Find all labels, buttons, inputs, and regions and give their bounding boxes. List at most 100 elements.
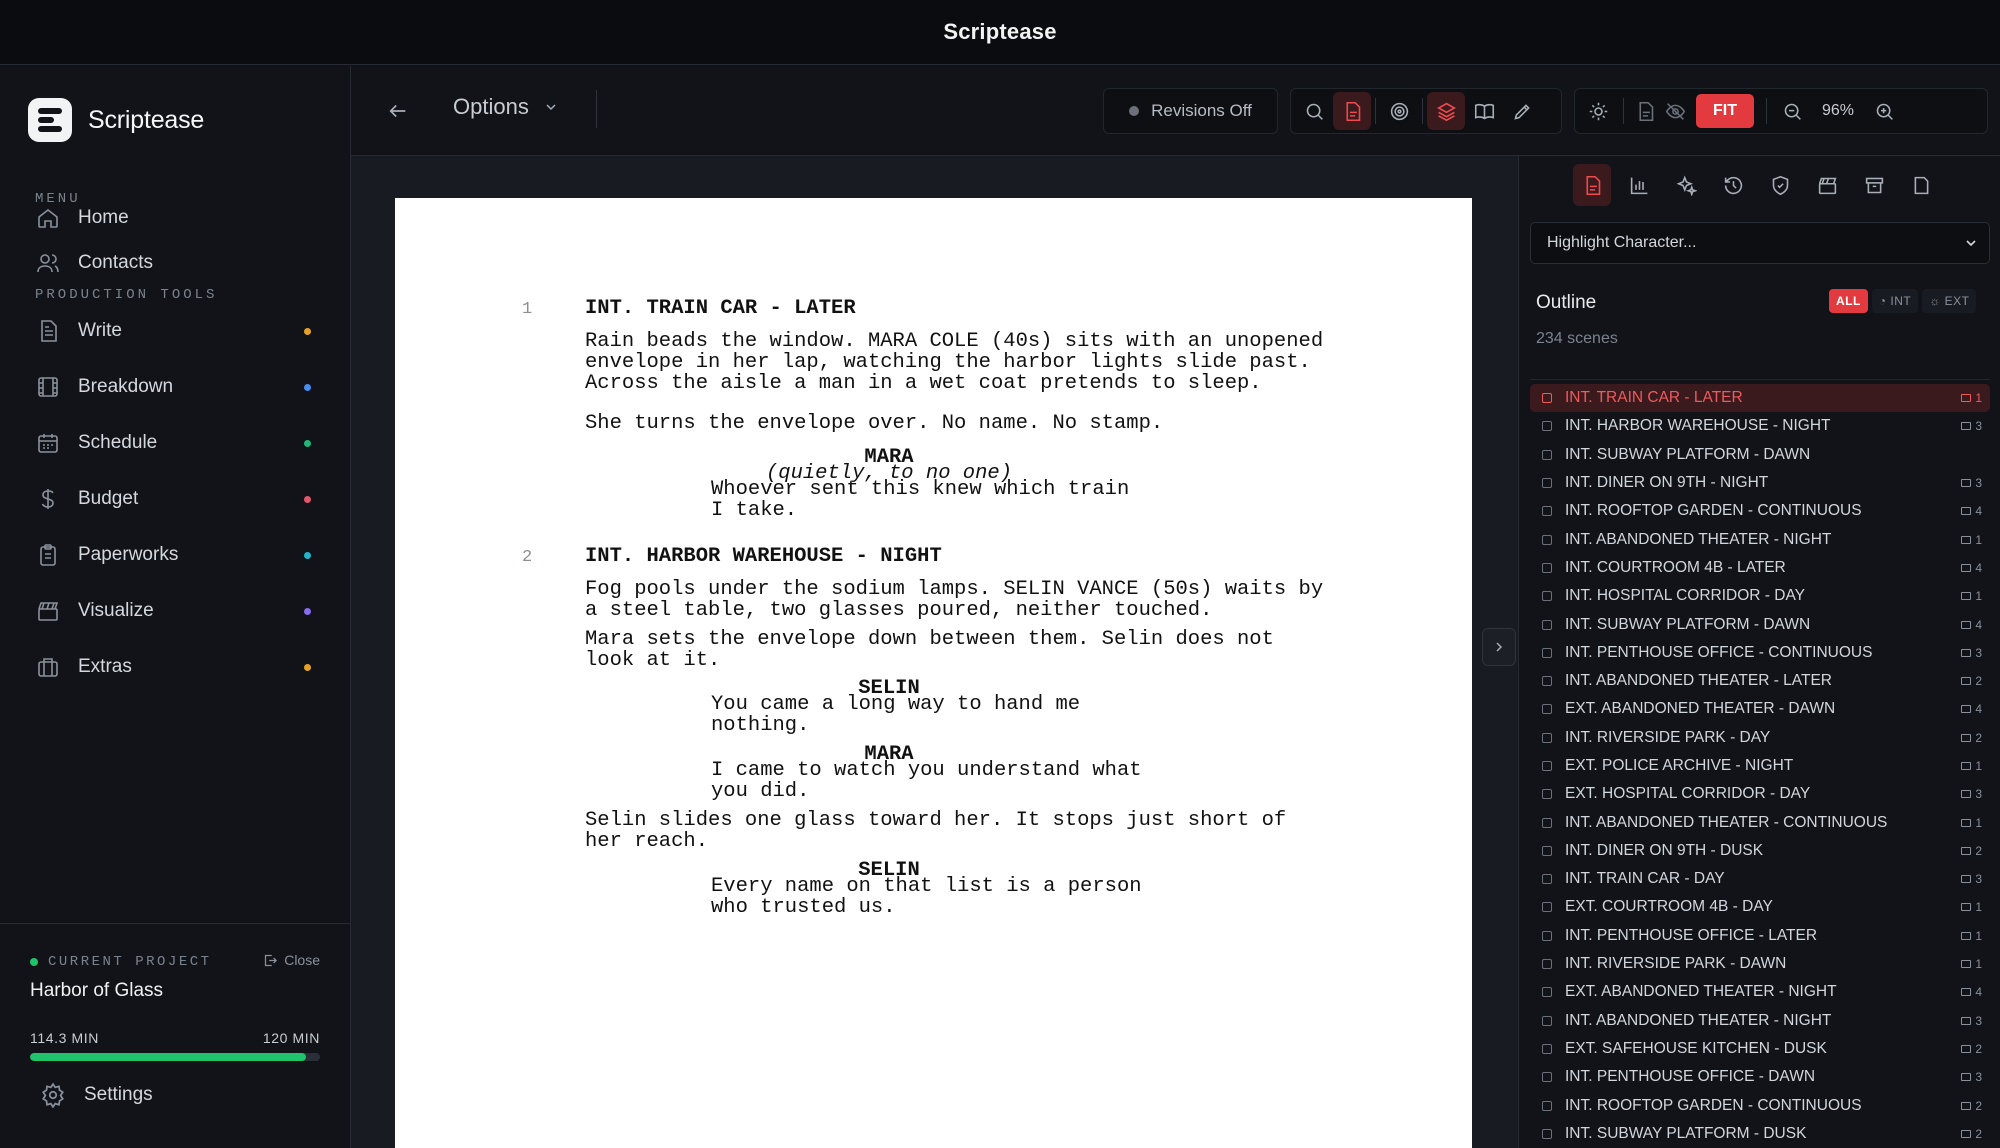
outline-scene-row[interactable]: EXT. SAFEHOUSE KITCHEN - DUSK 2 bbox=[1530, 1035, 1990, 1063]
highlight-character-select[interactable]: Highlight Character... bbox=[1530, 222, 1990, 264]
comment-icon bbox=[1961, 648, 1972, 657]
outline-scene-row[interactable]: INT. DINER ON 9TH - DUSK 2 bbox=[1530, 837, 1990, 865]
outline-scene-row[interactable]: INT. SUBWAY PLATFORM - DUSK 2 bbox=[1530, 1120, 1990, 1148]
outline-scene-row[interactable]: INT. TRAIN CAR - DAY 3 bbox=[1530, 865, 1990, 893]
tab-script[interactable] bbox=[1573, 164, 1611, 206]
action-block[interactable]: Rain beads the window. MARA COLE (40s) s… bbox=[585, 331, 1385, 394]
comment-count-value: 1 bbox=[1975, 391, 1982, 406]
outline-scene-row[interactable]: INT. PENTHOUSE OFFICE - LATER 1 bbox=[1530, 922, 1990, 950]
collapse-panel-button[interactable] bbox=[1482, 628, 1516, 666]
sidebar-item-schedule[interactable]: Schedule bbox=[36, 421, 326, 465]
sidebar-item-breakdown[interactable]: Breakdown bbox=[36, 365, 326, 409]
outline-scene-row[interactable]: INT. DINER ON 9TH - NIGHT 3 bbox=[1530, 469, 1990, 497]
tab-scenes[interactable] bbox=[1808, 164, 1846, 206]
outline-scene-row[interactable]: INT. HARBOR WAREHOUSE - NIGHT 3 bbox=[1530, 412, 1990, 440]
options-dropdown[interactable]: Options bbox=[453, 94, 559, 120]
sidebar-item-write[interactable]: Write bbox=[36, 309, 326, 353]
sidebar-item-contacts[interactable]: Contacts bbox=[36, 241, 326, 285]
settings-button[interactable]: Settings bbox=[40, 1082, 153, 1108]
outline-scene-row[interactable]: EXT. POLICE ARCHIVE - NIGHT 1 bbox=[1530, 752, 1990, 780]
scene-name: INT. ABANDONED THEATER - LATER bbox=[1565, 672, 1832, 690]
scene-icon bbox=[1542, 845, 1552, 856]
outline-scene-row[interactable]: INT. ABANDONED THEATER - NIGHT 3 bbox=[1530, 1007, 1990, 1035]
comment-count: 3 bbox=[1961, 787, 1982, 801]
outline-scene-row[interactable]: INT. ROOFTOP GARDEN - CONTINUOUS 4 bbox=[1530, 497, 1990, 525]
outline-scene-row[interactable]: INT. ROOFTOP GARDEN - CONTINUOUS 2 bbox=[1530, 1091, 1990, 1119]
filter-int[interactable]: ◔ INT bbox=[1871, 289, 1919, 313]
theme-toggle-button[interactable] bbox=[1579, 92, 1617, 130]
outline-scene-row[interactable]: INT. TRAIN CAR - LATER 1 bbox=[1530, 384, 1990, 413]
scene-icon bbox=[1542, 421, 1552, 432]
outline-filters: ALL ◔ INT ☼ EXT bbox=[1829, 289, 1977, 313]
fit-button[interactable]: FIT bbox=[1696, 94, 1754, 128]
page-view-button[interactable] bbox=[1630, 92, 1660, 130]
action-block[interactable]: Selin slides one glass toward her. It st… bbox=[585, 810, 1385, 852]
zoom-out-button[interactable] bbox=[1773, 92, 1811, 130]
tab-notes[interactable] bbox=[1902, 164, 1940, 206]
outline-scene-row[interactable]: EXT. ABANDONED THEATER - DAWN 4 bbox=[1530, 695, 1990, 723]
file-icon bbox=[1638, 101, 1653, 121]
scene-heading[interactable]: INT. HARBOR WAREHOUSE - NIGHT bbox=[585, 546, 942, 567]
script-view-button[interactable] bbox=[1333, 92, 1371, 130]
sidebar-item-extras[interactable]: Extras bbox=[36, 645, 326, 689]
action-block[interactable]: She turns the envelope over. No name. No… bbox=[585, 413, 1385, 434]
film-icon bbox=[38, 377, 58, 397]
script-canvas[interactable]: 1 INT. TRAIN CAR - LATER Rain beads the … bbox=[351, 156, 1518, 1148]
document-icon bbox=[41, 320, 57, 342]
tab-stats[interactable] bbox=[1620, 164, 1658, 206]
focus-button[interactable] bbox=[1380, 92, 1418, 130]
scene-heading[interactable]: INT. TRAIN CAR - LATER bbox=[585, 298, 856, 319]
tab-ai[interactable] bbox=[1667, 164, 1705, 206]
outline-scene-row[interactable]: INT. ABANDONED THEATER - NIGHT 1 bbox=[1530, 525, 1990, 553]
edit-mode-button[interactable] bbox=[1503, 92, 1541, 130]
close-project-button[interactable]: Close bbox=[263, 952, 320, 968]
back-button[interactable] bbox=[381, 94, 415, 128]
sidebar-item-budget[interactable]: Budget bbox=[36, 477, 326, 521]
brand[interactable]: Scriptease bbox=[28, 98, 204, 142]
close-label: Close bbox=[284, 952, 320, 968]
sidebar-item-paperworks[interactable]: Paperworks bbox=[36, 533, 326, 577]
outline-scene-row[interactable]: INT. RIVERSIDE PARK - DAWN 1 bbox=[1530, 950, 1990, 978]
search-button[interactable] bbox=[1295, 92, 1333, 130]
scene-name: INT. HOSPITAL CORRIDOR - DAY bbox=[1565, 587, 1805, 605]
comment-count: 2 bbox=[1961, 844, 1982, 858]
tab-security[interactable] bbox=[1761, 164, 1799, 206]
outline-scene-row[interactable]: INT. PENTHOUSE OFFICE - CONTINUOUS 3 bbox=[1530, 639, 1990, 667]
comment-count-value: 2 bbox=[1975, 1126, 1982, 1141]
outline-scene-row[interactable]: INT. RIVERSIDE PARK - DAY 2 bbox=[1530, 724, 1990, 752]
outline-scene-row[interactable]: INT. ABANDONED THEATER - LATER 2 bbox=[1530, 667, 1990, 695]
outline-scene-row[interactable]: INT. ABANDONED THEATER - CONTINUOUS 1 bbox=[1530, 808, 1990, 836]
filter-ext[interactable]: ☼ EXT bbox=[1922, 289, 1977, 313]
action-block[interactable]: Mara sets the envelope down between them… bbox=[585, 629, 1385, 671]
action-block[interactable]: Fog pools under the sodium lamps. SELIN … bbox=[585, 579, 1385, 621]
tab-history[interactable] bbox=[1714, 164, 1752, 206]
filter-all[interactable]: ALL bbox=[1829, 289, 1868, 313]
hide-notes-button[interactable] bbox=[1660, 92, 1690, 130]
outline-scene-row[interactable]: EXT. HOSPITAL CORRIDOR - DAY 3 bbox=[1530, 780, 1990, 808]
layers-button[interactable] bbox=[1427, 92, 1465, 130]
comment-count-value: 4 bbox=[1975, 702, 1982, 717]
revisions-toggle[interactable]: Revisions Off bbox=[1103, 88, 1278, 134]
outline-scene-row[interactable]: EXT. COURTROOM 4B - DAY 1 bbox=[1530, 893, 1990, 921]
comment-icon bbox=[1961, 507, 1972, 516]
comment-count-value: 1 bbox=[1975, 589, 1982, 604]
dialogue-block[interactable]: I came to watch you understand what you … bbox=[711, 760, 1171, 802]
sparkles-icon bbox=[1676, 175, 1697, 196]
scene-icon bbox=[1542, 619, 1552, 630]
sidebar-item-label: Extras bbox=[78, 656, 132, 677]
outline-scene-row[interactable]: INT. HOSPITAL CORRIDOR - DAY 1 bbox=[1530, 582, 1990, 610]
sidebar-item-home[interactable]: Home bbox=[36, 196, 326, 240]
outline-scene-row[interactable]: INT. COURTROOM 4B - LATER 4 bbox=[1530, 554, 1990, 582]
sidebar-item-visualize[interactable]: Visualize bbox=[36, 589, 326, 633]
outline-scene-row[interactable]: INT. PENTHOUSE OFFICE - DAWN 3 bbox=[1530, 1063, 1990, 1091]
dialogue-block[interactable]: Whoever sent this knew which train I tak… bbox=[711, 479, 1171, 521]
dialogue-block[interactable]: You came a long way to hand me nothing. bbox=[711, 694, 1171, 736]
tab-archive[interactable] bbox=[1855, 164, 1893, 206]
script-page[interactable]: 1 INT. TRAIN CAR - LATER Rain beads the … bbox=[395, 198, 1472, 1148]
outline-scene-row[interactable]: INT. SUBWAY PLATFORM - DAWN bbox=[1530, 441, 1990, 469]
outline-scene-row[interactable]: EXT. ABANDONED THEATER - NIGHT 4 bbox=[1530, 978, 1990, 1006]
outline-scene-row[interactable]: INT. SUBWAY PLATFORM - DAWN 4 bbox=[1530, 610, 1990, 638]
read-mode-button[interactable] bbox=[1465, 92, 1503, 130]
dialogue-block[interactable]: Every name on that list is a person who … bbox=[711, 876, 1171, 918]
zoom-in-button[interactable] bbox=[1865, 92, 1903, 130]
